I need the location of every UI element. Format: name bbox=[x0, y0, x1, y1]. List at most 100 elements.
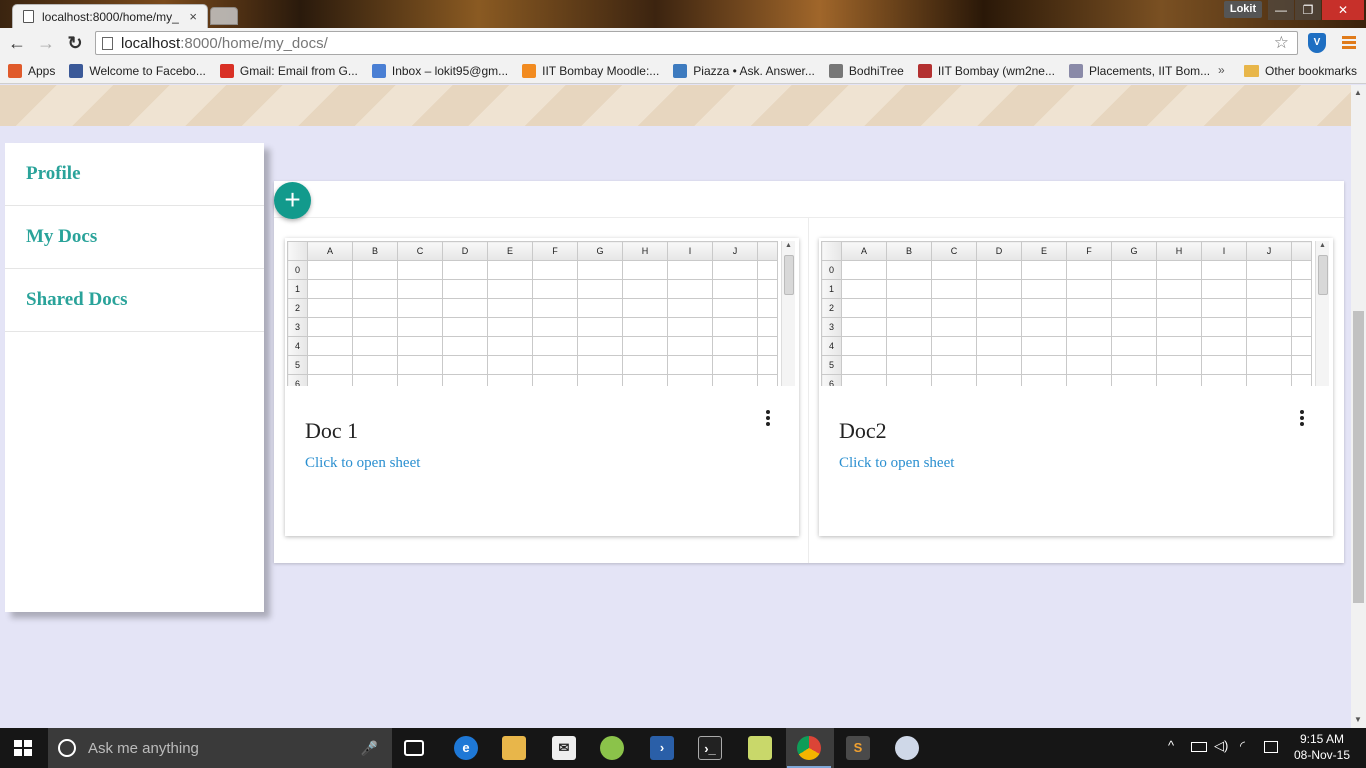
sheet-scrollbar[interactable]: ▲ bbox=[1315, 241, 1329, 386]
sidebar-item-profile[interactable]: Profile bbox=[5, 143, 264, 206]
minimize-button[interactable]: — bbox=[1268, 0, 1294, 20]
chrome-icon[interactable] bbox=[787, 736, 831, 768]
back-button[interactable]: ← bbox=[7, 33, 27, 53]
bookmark-bodhitree[interactable]: BodhiTree bbox=[828, 63, 904, 78]
scroll-up-icon[interactable]: ▲ bbox=[1354, 88, 1362, 97]
browser-tab[interactable]: localhost:8000/home/my_ × bbox=[12, 4, 208, 28]
volume-icon[interactable]: ◁) bbox=[1214, 738, 1228, 754]
bookmark-facebook[interactable]: Welcome to Facebo... bbox=[69, 63, 206, 78]
new-tab-button[interactable] bbox=[210, 7, 238, 25]
scroll-up-icon: ▲ bbox=[785, 242, 792, 249]
microphone-icon[interactable]: 🎤 bbox=[361, 740, 378, 757]
profile-button[interactable]: Lokit bbox=[1224, 1, 1262, 18]
sheet-cell bbox=[931, 317, 977, 337]
shield-extension-icon[interactable]: V bbox=[1308, 33, 1326, 53]
sidebar-item-shared-docs[interactable]: Shared Docs bbox=[5, 269, 264, 332]
cortana-search-box[interactable]: Ask me anything 🎤 bbox=[48, 728, 392, 768]
sheet-cell bbox=[307, 355, 353, 375]
bookmark-piazza[interactable]: Piazza • Ask. Answer... bbox=[673, 63, 815, 78]
open-sheet-link[interactable]: Click to open sheet bbox=[305, 455, 420, 472]
close-window-button[interactable]: ✕ bbox=[1322, 0, 1364, 20]
tab-close-icon[interactable]: × bbox=[189, 9, 197, 24]
doc-card[interactable]: ABCDEFGHIJ 0123456 ▲ Doc 1 Click to open … bbox=[285, 238, 799, 536]
reload-button[interactable]: ↻ bbox=[65, 33, 85, 53]
notifications-icon[interactable] bbox=[1264, 741, 1278, 753]
bookmark-placements[interactable]: Placements, IIT Bom... bbox=[1068, 63, 1210, 78]
battery-icon[interactable] bbox=[1191, 742, 1207, 752]
bookmark-moodle[interactable]: IIT Bombay Moodle:... bbox=[522, 63, 659, 78]
restore-button[interactable]: ❐ bbox=[1295, 0, 1321, 20]
sheet-cell bbox=[841, 279, 887, 299]
sheet-cell bbox=[1156, 260, 1202, 280]
wifi-icon[interactable]: ◜ bbox=[1240, 738, 1245, 754]
browser-menu-icon[interactable] bbox=[1342, 36, 1356, 51]
sheet-cell bbox=[352, 260, 398, 280]
sheet-cell bbox=[532, 374, 578, 386]
clock[interactable]: 9:15 AM 08-Nov-15 bbox=[1290, 731, 1354, 763]
forward-button[interactable]: → bbox=[36, 33, 56, 53]
more-vert-icon[interactable] bbox=[765, 410, 771, 428]
sheet-cell bbox=[1201, 260, 1247, 280]
windows-taskbar: Ask me anything 🎤 e ✉ › ›_ S ^ ◁) ◜ 9:15… bbox=[0, 728, 1366, 768]
sheet-cell bbox=[667, 317, 713, 337]
sheet-cell bbox=[1066, 355, 1112, 375]
sheet-cell bbox=[442, 279, 488, 299]
sublime-text-icon[interactable]: S bbox=[846, 736, 870, 760]
column-header: F bbox=[1066, 241, 1112, 261]
sheet-cell bbox=[841, 298, 887, 318]
bookmark-iitb[interactable]: IIT Bombay (wm2ne... bbox=[917, 63, 1055, 78]
cmd-icon[interactable]: ›_ bbox=[698, 736, 722, 760]
bookmark-apps[interactable]: Apps bbox=[8, 63, 55, 78]
sheet-cell bbox=[931, 336, 977, 356]
sheet-cell bbox=[487, 317, 533, 337]
other-bookmarks[interactable]: Other bookmarks bbox=[1244, 58, 1357, 84]
folder-app-icon[interactable] bbox=[748, 736, 772, 760]
scroll-thumb[interactable] bbox=[1318, 255, 1328, 295]
sheet-scrollbar[interactable]: ▲ bbox=[781, 241, 795, 386]
sheet-cell bbox=[532, 336, 578, 356]
sheet-cell bbox=[667, 279, 713, 299]
file-explorer-icon[interactable] bbox=[502, 736, 526, 760]
doc-card[interactable]: ABCDEFGHIJ 0123456 ▲ Doc2 Click to open s… bbox=[819, 238, 1333, 536]
show-hidden-icons[interactable]: ^ bbox=[1168, 738, 1174, 753]
greenshot-icon[interactable] bbox=[600, 736, 624, 760]
more-vert-icon[interactable] bbox=[1299, 410, 1305, 428]
scroll-down-icon[interactable]: ▼ bbox=[1354, 715, 1362, 724]
sheet-cell bbox=[1201, 336, 1247, 356]
task-view-icon[interactable] bbox=[404, 740, 424, 756]
mail-icon[interactable]: ✉ bbox=[552, 736, 576, 760]
page-scrollbar[interactable]: ▲ ▼ bbox=[1351, 85, 1366, 728]
row-header: 2 bbox=[821, 298, 842, 318]
edge-icon[interactable]: e bbox=[454, 736, 478, 760]
powershell-icon[interactable]: › bbox=[650, 736, 674, 760]
column-header: A bbox=[307, 241, 353, 261]
sheet-cell bbox=[1156, 374, 1202, 386]
sheet-cell bbox=[532, 260, 578, 280]
sheet-cell bbox=[1111, 317, 1157, 337]
sheet-cell bbox=[757, 374, 778, 386]
bookmark-gmail[interactable]: Gmail: Email from G... bbox=[219, 63, 358, 78]
placements-icon bbox=[1068, 63, 1083, 78]
page-scroll-thumb[interactable] bbox=[1353, 311, 1364, 603]
add-doc-button[interactable]: + bbox=[274, 182, 311, 219]
address-bar[interactable]: localhost:8000/home/my_docs/ ☆ bbox=[95, 31, 1298, 55]
bookmark-star-icon[interactable]: ☆ bbox=[1274, 33, 1289, 53]
bookmark-inbox[interactable]: Inbox – lokit95@gm... bbox=[371, 63, 508, 78]
sheet-cell bbox=[487, 374, 533, 386]
sheet-cell bbox=[352, 317, 398, 337]
sheet-cell bbox=[352, 355, 398, 375]
sheet-cell bbox=[757, 355, 778, 375]
paint-icon[interactable] bbox=[895, 736, 919, 760]
open-sheet-link[interactable]: Click to open sheet bbox=[839, 455, 954, 472]
sheet-grid: ABCDEFGHIJ 0123456 bbox=[287, 241, 778, 386]
sheet-cell bbox=[931, 374, 977, 386]
scroll-thumb[interactable] bbox=[784, 255, 794, 295]
windows-start-icon[interactable] bbox=[14, 740, 32, 756]
page-icon bbox=[23, 10, 34, 23]
sheet-cell bbox=[1291, 260, 1312, 280]
sheet-cell bbox=[1246, 355, 1292, 375]
sidebar-item-my-docs[interactable]: My Docs bbox=[5, 206, 264, 269]
sheet-grid: ABCDEFGHIJ 0123456 bbox=[821, 241, 1312, 386]
more-bookmarks-button[interactable]: » bbox=[1218, 63, 1225, 77]
sheet-cell bbox=[1291, 317, 1312, 337]
